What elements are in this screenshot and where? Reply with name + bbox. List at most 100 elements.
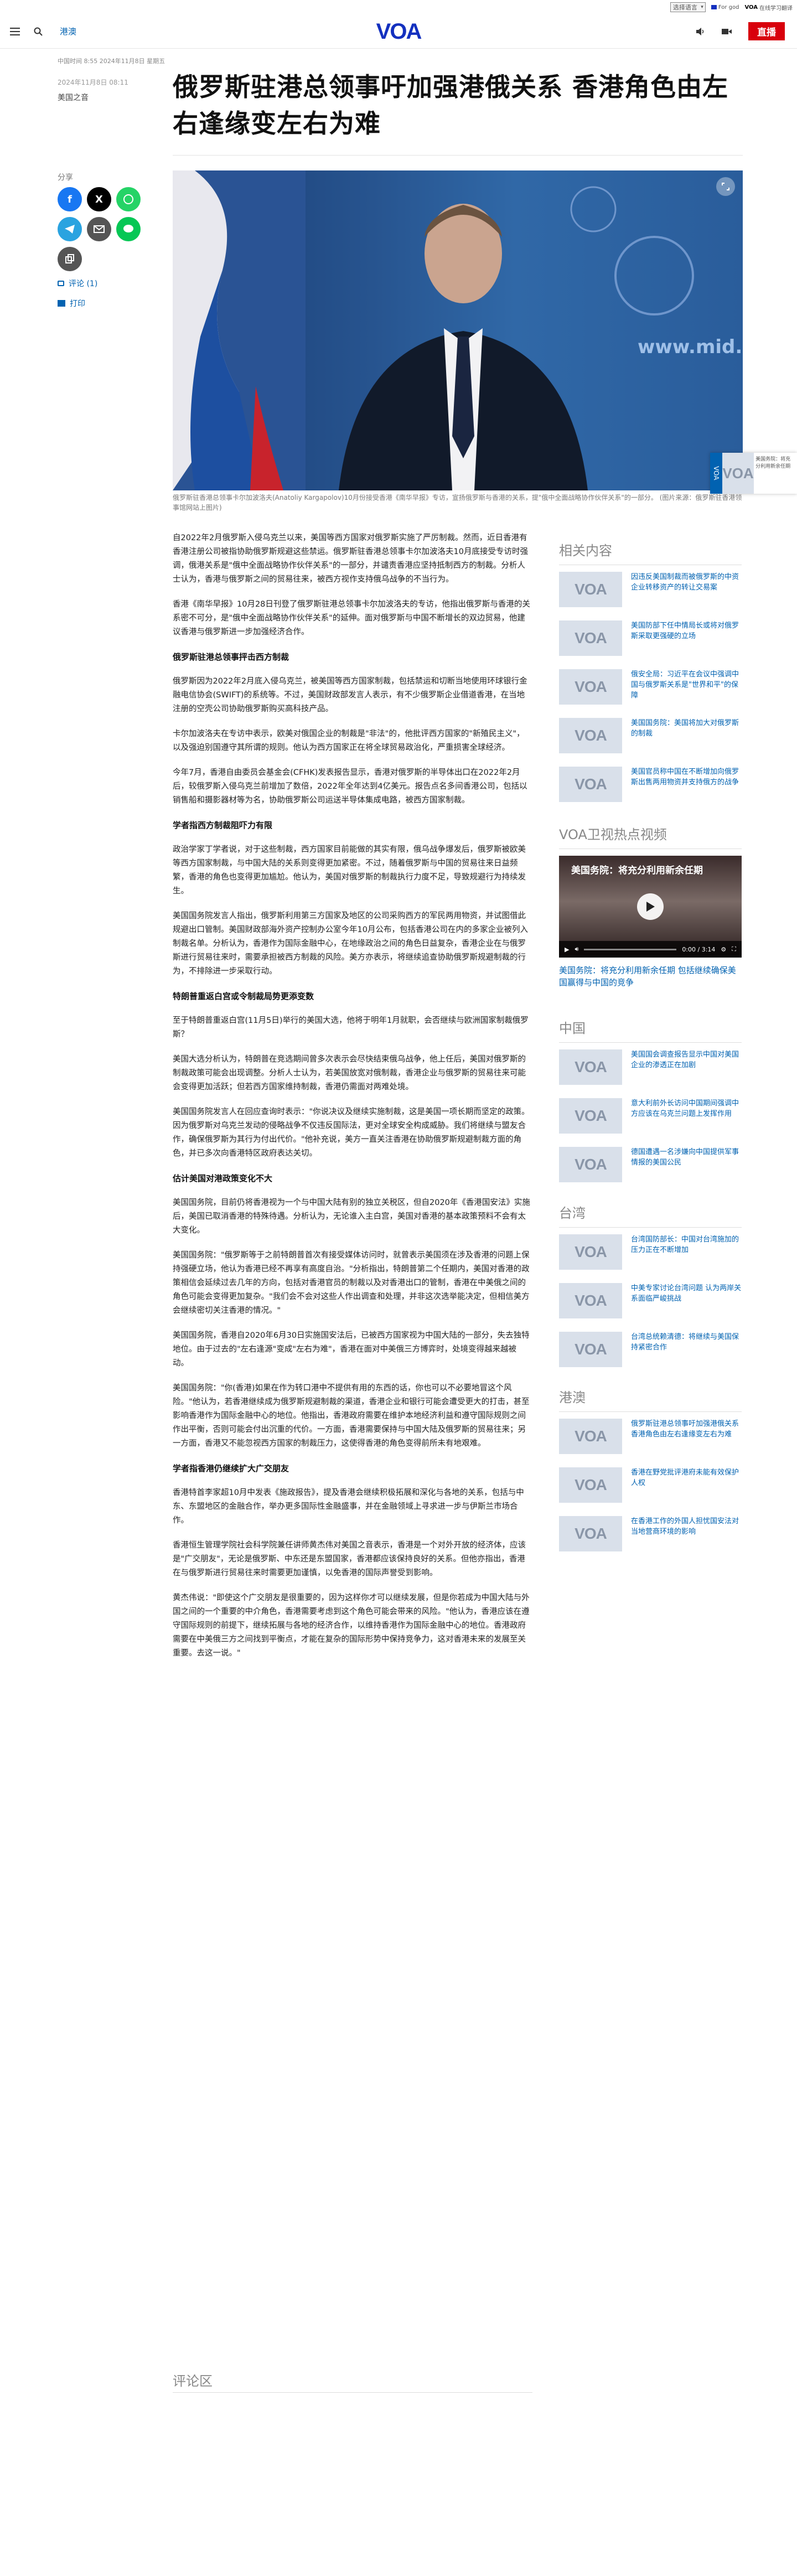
play-small-icon[interactable]: ▶ xyxy=(565,946,569,953)
floating-video-widget[interactable]: VOA VOA 美国务院：将充分利用新余任期 xyxy=(710,453,797,494)
rail-thumbnail[interactable]: VOA xyxy=(559,1419,622,1454)
rail-thumbnail[interactable]: VOA xyxy=(559,572,622,607)
rail-thumbnail[interactable]: VOA xyxy=(559,1234,622,1270)
video-controls: ▶ 🔊︎ 0:00 / 3:14 ⚙ ⛶ xyxy=(559,941,742,958)
rail-item[interactable]: VOA 美国官员称中国在不断增加向俄罗斯出售两用物资并支持俄方的战争 xyxy=(559,767,742,815)
image-caption: 俄罗斯驻香港总领事卡尔加波洛夫(Anatoliy Kargapolov)10月份… xyxy=(173,494,742,511)
comments-heading: 评论区 xyxy=(173,2373,213,2389)
rail-item-title[interactable]: 意大利前外长访问中国期间强调中方应该在乌克兰问题上发挥作用 xyxy=(631,1098,742,1147)
rail-item[interactable]: VOA 美国国务院：美国将加大对俄罗斯的制裁 xyxy=(559,718,742,767)
page-title: 俄罗斯驻港总领事吁加强港俄关系 香港角色由左右逢缘变左右为难 xyxy=(173,72,729,138)
rail-item[interactable]: VOA 美国防部下任中情局长或将对俄罗斯采取更强硬的立场 xyxy=(559,620,742,669)
comment-icon xyxy=(58,281,64,286)
rail-thumbnail[interactable]: VOA xyxy=(559,669,622,705)
rail-item-title[interactable]: 美国防部下任中情局长或将对俄罗斯采取更强硬的立场 xyxy=(631,620,742,669)
section-heading: 学者指香港仍继续扩大广交朋友 xyxy=(173,1463,289,1473)
expand-icon[interactable] xyxy=(716,177,735,196)
utility-link-1[interactable]: For god xyxy=(711,4,739,11)
rail-item[interactable]: VOA 意大利前外长访问中国期间强调中方应该在乌克兰问题上发挥作用 xyxy=(559,1098,742,1147)
video-progress[interactable] xyxy=(584,948,677,950)
rail-item-title[interactable]: 德国遭遇一名涉嫌向中国提供军事情报的美国公民 xyxy=(631,1147,742,1196)
play-icon[interactable] xyxy=(637,893,664,920)
rail-item[interactable]: VOA 德国遭遇一名涉嫌向中国提供军事情报的美国公民 xyxy=(559,1147,742,1196)
video-player[interactable]: 美国务院：将充分利用新余任期 ▶ 🔊︎ 0:00 / 3:14 ⚙ ⛶ xyxy=(559,856,742,958)
rail-item[interactable]: VOA 香港在野党批评港府未能有效保护人权 xyxy=(559,1467,742,1516)
audio-icon[interactable] xyxy=(695,27,705,37)
widget-text[interactable]: 美国务院：将充分利用新余任期 xyxy=(754,453,797,494)
telegram-icon[interactable] xyxy=(58,217,82,241)
search-icon[interactable] xyxy=(33,27,43,37)
voa-logo[interactable]: VOA xyxy=(371,19,426,44)
taiwan-section: 台湾 VOA 台湾国防部长：中国对台湾施加的压力正在不断增加 VOA 中美专家讨论台湾… xyxy=(559,1202,742,1380)
body-paragraph: 美国国务院发言人在回应查询时表示："你说决议及继续实施制裁，这是美国一项长期而坚… xyxy=(173,1108,530,1158)
email-icon[interactable] xyxy=(87,217,111,241)
rail-thumbnail[interactable]: VOA xyxy=(559,620,622,656)
widget-tab[interactable]: VOA xyxy=(710,453,722,494)
rail-item[interactable]: VOA 美国国会调查报告显示中国对美国企业的渗透正在加剧 xyxy=(559,1049,742,1098)
rail-item-title[interactable]: 香港在野党批评港府未能有效保护人权 xyxy=(631,1467,742,1516)
whatsapp-icon[interactable] xyxy=(116,187,141,211)
rail-item[interactable]: VOA 台湾国防部长：中国对台湾施加的压力正在不断增加 xyxy=(559,1234,742,1283)
rail-item[interactable]: VOA 台湾总统赖清德：将继续与美国保持紧密合作 xyxy=(559,1332,742,1380)
rail-item-title[interactable]: 美国国会调查报告显示中国对美国企业的渗透正在加剧 xyxy=(631,1049,742,1098)
rail-thumbnail[interactable]: VOA xyxy=(559,718,622,753)
rail-thumbnail[interactable]: VOA xyxy=(559,1332,622,1367)
fullscreen-icon[interactable]: ⛶ xyxy=(732,945,736,953)
taiwan-heading[interactable]: 台湾 xyxy=(559,1202,742,1228)
rail-item-title[interactable]: 台湾总统赖清德：将继续与美国保持紧密合作 xyxy=(631,1332,742,1380)
rail-item[interactable]: VOA 俄罗斯驻港总领事吁加强港俄关系 香港角色由左右逢缘变左右为难 xyxy=(559,1419,742,1467)
china-heading[interactable]: 中国 xyxy=(559,1017,742,1043)
divider xyxy=(173,2392,532,2393)
rail-item-title[interactable]: 俄罗斯驻港总领事吁加强港俄关系 香港角色由左右逢缘变左右为难 xyxy=(631,1419,742,1467)
rail-item-title[interactable]: 美国官员称中国在不断增加向俄罗斯出售两用物资并支持俄方的战争 xyxy=(631,767,742,815)
print-link[interactable]: 打印 xyxy=(58,298,141,309)
rail-thumbnail[interactable]: VOA xyxy=(559,1098,622,1134)
rail-item[interactable]: VOA 因违反美国制裁而被俄罗斯的中资企业转移资产的转让交易案 xyxy=(559,572,742,620)
section-heading: 估计美国对港政策变化不大 xyxy=(173,1173,273,1183)
body-paragraph: 香港特首李家超10月中发表《施政报告》，提及香港会继续积极拓展和深化与各地的关系… xyxy=(173,1488,524,1525)
facebook-icon[interactable]: f xyxy=(58,187,82,211)
section-link[interactable]: 港澳 xyxy=(60,25,76,37)
hk-heading[interactable]: 港澳 xyxy=(559,1387,742,1412)
utility-link-2[interactable]: VOA 在线学习翻译 xyxy=(744,3,793,12)
rail-thumbnail[interactable]: VOA xyxy=(559,1467,622,1503)
video-time: 0:00 / 3:14 xyxy=(682,945,716,953)
rail-item-title[interactable]: 台湾国防部长：中国对台湾施加的压力正在不断增加 xyxy=(631,1234,742,1283)
section-heading: 特朗普重返白宫或令制裁局势更添变数 xyxy=(173,991,314,1001)
hamburger-menu-icon[interactable] xyxy=(10,27,20,37)
rail-item[interactable]: VOA 俄安全局：习近平在会议中强调中国与俄罗斯关系是"世界和平"的保障 xyxy=(559,669,742,718)
body-paragraph: 美国国务院，目前仍将香港视为一个与中国大陆有别的独立关税区，但自2020年《香港… xyxy=(173,1198,530,1235)
volume-icon[interactable]: 🔊︎ xyxy=(575,945,578,953)
author[interactable]: 美国之音 xyxy=(58,92,89,103)
body-paragraph: 今年7月，香港自由委员会基金会(CFHK)发表报告显示，香港对俄罗斯的半导体出口… xyxy=(173,768,527,805)
video-icon[interactable] xyxy=(722,27,732,37)
voa-mini-icon xyxy=(711,5,717,9)
comments-link[interactable]: 评论 (1) xyxy=(58,278,141,289)
rail-item-title[interactable]: 俄安全局：习近平在会议中强调中国与俄罗斯关系是"世界和平"的保障 xyxy=(631,669,742,718)
settings-icon[interactable]: ⚙ xyxy=(721,946,726,953)
rail-item[interactable]: VOA 在香港工作的外国人担忧国安法对当地营商环境的影响 xyxy=(559,1516,742,1565)
rail-thumbnail[interactable]: VOA xyxy=(559,1283,622,1318)
video-caption[interactable]: 美国务院：将充分利用新余任期 包括继续确保美国赢得与中国的竞争 xyxy=(559,964,742,989)
rail-item-title[interactable]: 美国国务院：美国将加大对俄罗斯的制裁 xyxy=(631,718,742,767)
rail-item[interactable]: VOA 中美专家讨论台湾问题 认为两岸关系面临严峻挑战 xyxy=(559,1283,742,1332)
rail-thumbnail[interactable]: VOA xyxy=(559,1147,622,1182)
rail-thumbnail[interactable]: VOA xyxy=(559,1516,622,1551)
language-select[interactable]: 选择语言 xyxy=(670,2,706,12)
body-paragraph: 美国国务院发言人指出，俄罗斯利用第三方国家及地区的公司采购西方的军民两用物资，并… xyxy=(173,912,528,976)
copy-link-icon[interactable] xyxy=(58,247,82,271)
related-content: 相关内容 VOA 因违反美国制裁而被俄罗斯的中资企业转移资产的转让交易案 VOA 美国… xyxy=(559,540,742,815)
rail-thumbnail[interactable]: VOA xyxy=(559,767,622,802)
rail-item-title[interactable]: 中美专家讨论台湾问题 认为两岸关系面临严峻挑战 xyxy=(631,1283,742,1332)
body-paragraph: 至于特朗普重返白宫(11月5日)举行的美国大选，他将于明年1月就职，会否继续与欧… xyxy=(173,1016,529,1039)
x-twitter-icon[interactable]: X xyxy=(87,187,111,211)
site-header: 港澳 VOA 直播 xyxy=(0,14,797,49)
timestamp-line: 中国时间 8:55 2024年11月8日 星期五 xyxy=(58,58,165,65)
line-icon[interactable] xyxy=(116,217,141,241)
rail-item-title[interactable]: 在香港工作的外国人担忧国安法对当地营商环境的影响 xyxy=(631,1516,742,1565)
rail-thumbnail[interactable]: VOA xyxy=(559,1049,622,1085)
widget-thumbnail[interactable]: VOA xyxy=(722,453,754,494)
share-label: 分享 xyxy=(58,173,73,182)
rail-item-title[interactable]: 因违反美国制裁而被俄罗斯的中资企业转移资产的转让交易案 xyxy=(631,572,742,620)
live-button[interactable]: 直播 xyxy=(748,22,785,40)
